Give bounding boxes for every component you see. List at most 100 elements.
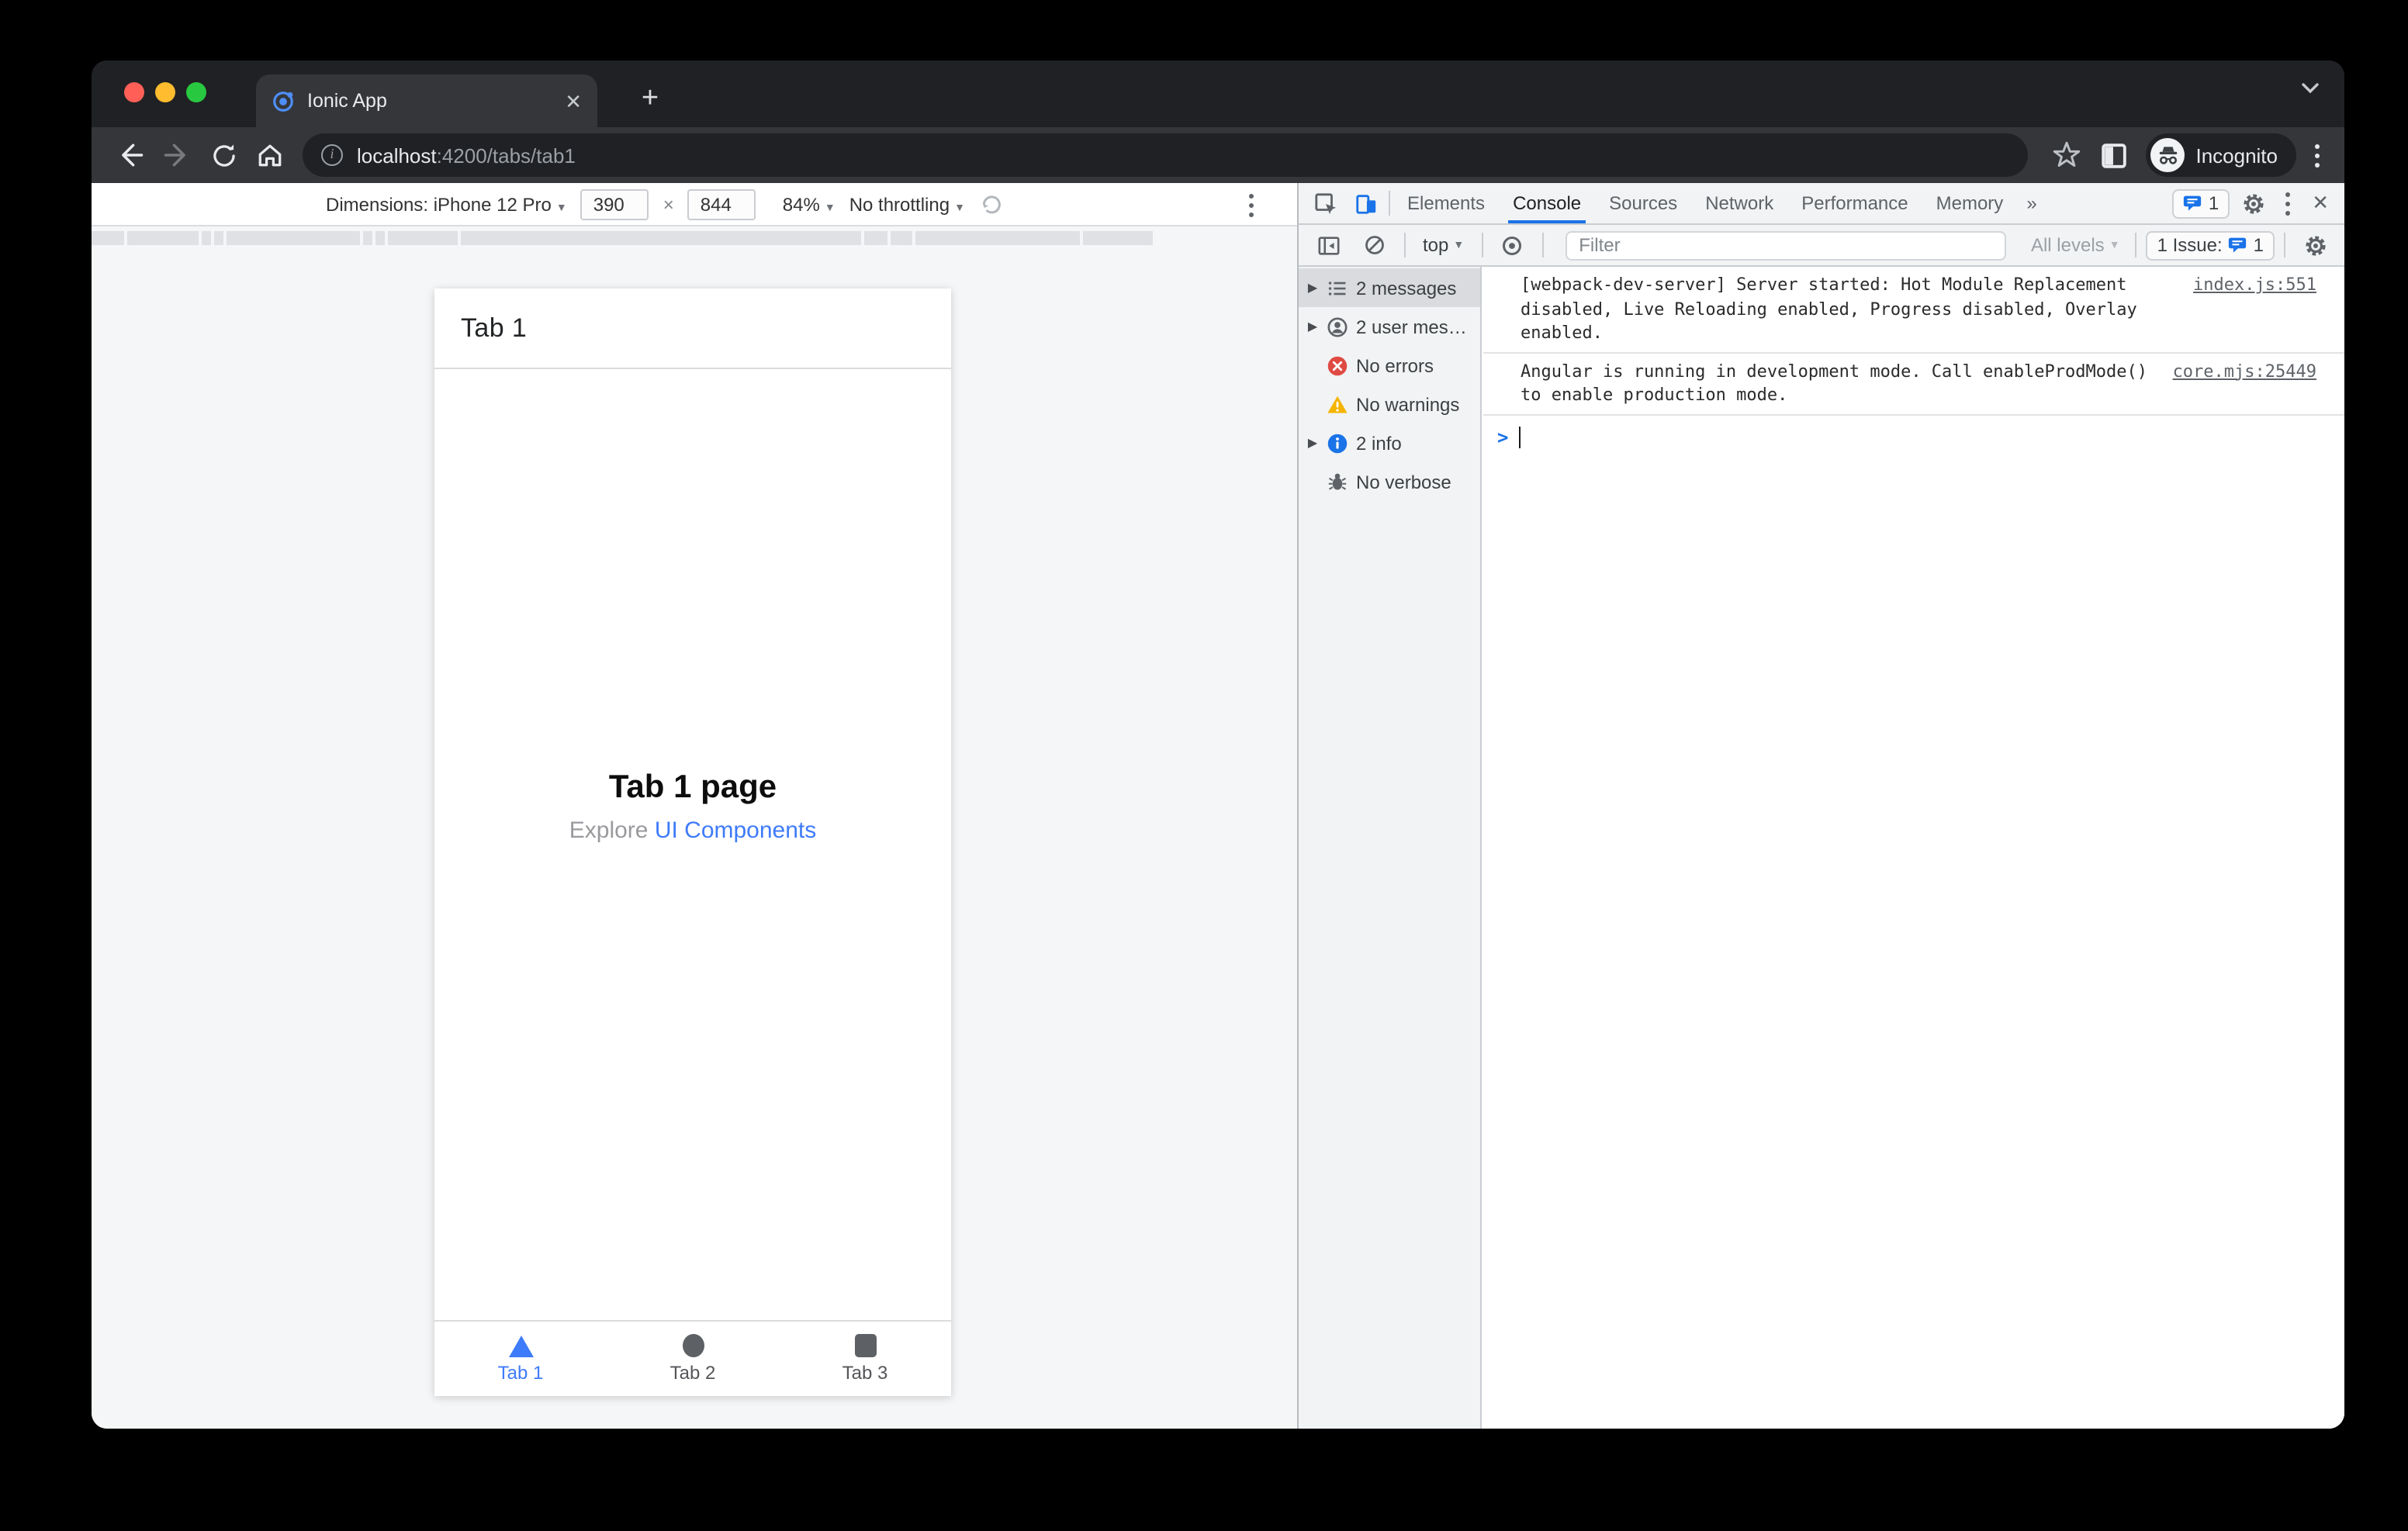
tab-network[interactable]: Network (1691, 183, 1787, 223)
minimize-window-button[interactable] (155, 82, 175, 102)
app-header: Tab 1 (434, 289, 951, 369)
log-levels-select[interactable]: All levels ▼ (2025, 234, 2126, 256)
tab-search-chevron-icon[interactable] (2301, 82, 2320, 95)
maximize-window-button[interactable] (186, 82, 206, 102)
live-expression-eye-icon[interactable] (1492, 225, 1532, 265)
browser-menu-icon[interactable] (2306, 143, 2329, 167)
chevron-down-icon: ▼ (954, 202, 965, 213)
incognito-badge: Incognito (2146, 133, 2296, 177)
chevron-down-icon: ▼ (555, 202, 567, 213)
clear-console-icon[interactable] (1354, 225, 1395, 265)
console-prompt[interactable]: > (1483, 415, 2344, 448)
console-settings-gear-icon[interactable] (2295, 225, 2335, 265)
close-window-button[interactable] (124, 82, 144, 102)
messages-list-icon (1327, 277, 1348, 299)
tab-memory[interactable]: Memory (1922, 183, 2018, 223)
tab-strip: Ionic App ✕ + (92, 60, 2344, 127)
device-toolbar-menu-icon[interactable] (1240, 194, 1263, 217)
rotate-device-icon[interactable] (979, 192, 1004, 216)
inspect-element-icon[interactable] (1305, 183, 1345, 223)
device-width-input[interactable] (580, 188, 649, 219)
app-tab-bar: Tab 1 Tab 2 Tab 3 (434, 1320, 951, 1396)
console-message: [webpack-dev-server] Server started: Hot… (1483, 267, 2344, 353)
sidebar-item-errors[interactable]: No errors (1299, 346, 1480, 385)
devtools-menu-icon[interactable] (2276, 192, 2299, 215)
console-log: [webpack-dev-server] Server started: Hot… (1483, 267, 2344, 1429)
chevron-down-icon: ▼ (1453, 240, 1465, 251)
expander-icon[interactable]: ▶ (1306, 320, 1319, 334)
console-sidebar-toggle-icon[interactable] (1308, 225, 1348, 265)
url-bar[interactable]: i localhost:4200/tabs/tab1 (303, 133, 2029, 177)
tab-sources[interactable]: Sources (1595, 183, 1691, 223)
expander-icon[interactable]: ▶ (1306, 281, 1319, 295)
app-header-title: Tab 1 (461, 313, 528, 342)
devtools-tab-bar: Elements Console Sources Network Perform… (1299, 183, 2344, 225)
tab-performance[interactable]: Performance (1787, 183, 1922, 223)
device-toolbar-toggle-icon[interactable] (1345, 183, 1386, 223)
throttling-select[interactable]: No throttling ▼ (849, 193, 965, 215)
desktop: Ionic App ✕ + i localhost:4200/tabs/tab1… (0, 0, 2408, 1531)
issue-bubble-icon (2184, 195, 2202, 211)
app-tab-2[interactable]: Tab 2 (607, 1322, 779, 1396)
home-icon[interactable] (247, 132, 293, 178)
console-body: ▶ 2 messages ▶ 2 user mes… No errors No … (1299, 267, 2344, 1429)
navigation-toolbar: i localhost:4200/tabs/tab1 Incognito (92, 127, 2344, 183)
sidebar-item-verbose[interactable]: No verbose (1299, 462, 1480, 501)
info-icon (1327, 432, 1348, 454)
forward-icon[interactable] (154, 132, 200, 178)
reload-icon[interactable] (200, 132, 247, 178)
url-host: localhost (357, 143, 437, 167)
prompt-chevron-icon: > (1497, 426, 1509, 448)
side-panel-icon[interactable] (2090, 132, 2136, 178)
device-select[interactable]: Dimensions: iPhone 12 Pro ▼ (326, 193, 567, 215)
issues-counter-button[interactable]: 1 Issue: 1 (2146, 230, 2275, 260)
incognito-label: Incognito (2195, 143, 2278, 167)
device-height-input[interactable] (687, 188, 756, 219)
chevron-down-icon: ▼ (2109, 240, 2120, 251)
source-link[interactable]: index.js:551 (2193, 273, 2316, 297)
ellipse-icon (682, 1334, 704, 1357)
sidebar-item-messages[interactable]: ▶ 2 messages (1299, 268, 1480, 307)
new-tab-button[interactable]: + (630, 79, 670, 119)
close-tab-icon[interactable]: ✕ (565, 91, 582, 111)
back-icon[interactable] (107, 132, 154, 178)
device-toolbar: Dimensions: iPhone 12 Pro▼ × 84%▼ No thr… (92, 183, 1297, 226)
site-info-icon[interactable]: i (321, 144, 343, 166)
explore-text: Explore (569, 817, 655, 844)
tab-console[interactable]: Console (1499, 183, 1595, 223)
issues-badge[interactable]: 1 (2172, 188, 2230, 218)
url-path: :4200/tabs/tab1 (436, 143, 576, 167)
browser-tab-ionic-app[interactable]: Ionic App ✕ (256, 74, 597, 127)
user-icon (1327, 316, 1348, 337)
issue-bubble-icon (2229, 237, 2247, 253)
bug-icon (1327, 471, 1348, 492)
dimensions-times: × (663, 193, 674, 215)
sidebar-item-warnings[interactable]: No warnings (1299, 385, 1480, 423)
console-message: Angular is running in development mode. … (1483, 353, 2344, 415)
devtools-settings-gear-icon[interactable] (2233, 183, 2273, 223)
console-toolbar: top▼ All levels▼ 1 Issue: 1 (1299, 225, 2344, 267)
tab-elements[interactable]: Elements (1393, 183, 1499, 223)
square-icon (854, 1334, 876, 1357)
window-content: Dimensions: iPhone 12 Pro▼ × 84%▼ No thr… (92, 183, 2344, 1429)
triangle-icon (508, 1335, 533, 1356)
zoom-select[interactable]: 84% ▼ (783, 193, 836, 215)
app-tab-1[interactable]: Tab 1 (434, 1322, 607, 1396)
source-link[interactable]: core.mjs:25449 (2173, 359, 2316, 383)
incognito-icon (2150, 138, 2185, 172)
media-query-ruler (92, 231, 1153, 245)
execution-context-select[interactable]: top ▼ (1415, 234, 1472, 256)
sidebar-item-user-messages[interactable]: ▶ 2 user mes… (1299, 307, 1480, 346)
error-icon (1327, 354, 1348, 376)
sidebar-item-info[interactable]: ▶ 2 info (1299, 423, 1480, 462)
ui-components-link[interactable]: UI Components (655, 817, 816, 844)
expander-icon[interactable]: ▶ (1306, 436, 1319, 450)
more-tabs-button[interactable]: » (2017, 192, 2046, 214)
emulated-viewport: Tab 1 Tab 1 page Explore UI Components T… (434, 289, 951, 1396)
close-devtools-icon[interactable]: ✕ (2302, 191, 2338, 216)
bookmark-star-icon[interactable] (2043, 132, 2090, 178)
ionic-favicon-icon (272, 89, 295, 112)
chevron-down-icon: ▼ (824, 202, 836, 213)
app-tab-3[interactable]: Tab 3 (779, 1322, 951, 1396)
console-filter-input[interactable] (1565, 230, 2006, 260)
